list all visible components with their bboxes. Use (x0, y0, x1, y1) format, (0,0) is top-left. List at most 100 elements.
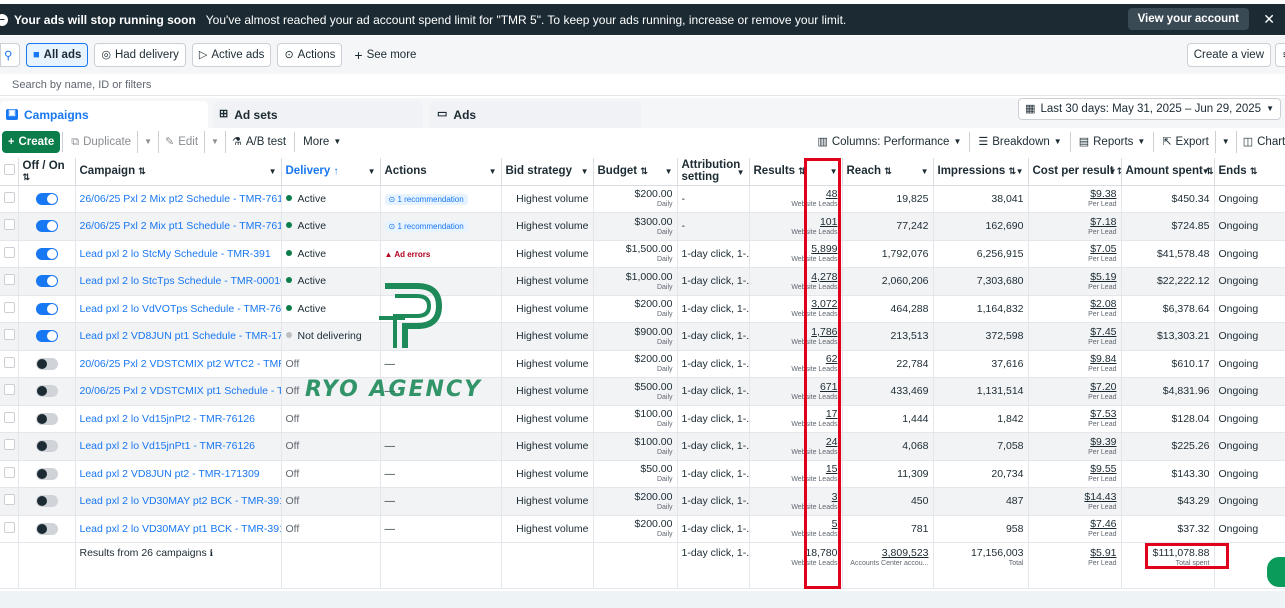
create-button[interactable]: + Create (2, 131, 61, 153)
row-select-cell[interactable] (0, 487, 19, 516)
col-cost-per-result[interactable]: Cost per result ⇅▼ (1028, 158, 1122, 186)
campaign-name[interactable]: 20/06/25 Pxl 2 VDSTCMIX pt2 WTC2 - TMR-7… (75, 350, 282, 378)
toggle-cell[interactable] (18, 267, 76, 296)
ad-errors-badge[interactable]: ▲ Ad errors (385, 250, 431, 259)
campaign-name[interactable]: Lead pxl 2 VD8JUN pt1 Schedule - TMR-171… (75, 322, 282, 351)
campaign-name[interactable]: Lead pxl 2 lo StcTps Schedule - TMR-0001… (75, 267, 282, 296)
col-ends[interactable]: Ends ⇅▼ (1214, 158, 1285, 186)
recommendation-badge[interactable]: ⊙ 1 recommendation (384, 221, 468, 233)
campaign-link[interactable]: Lead pxl 2 lo StcTps Schedule - TMR-0001… (80, 275, 281, 287)
active-ads-filter[interactable]: ▷ Active ads (191, 43, 272, 67)
columns-button[interactable]: ▥ Columns: Performance ▼ (811, 131, 967, 153)
duplicate-button[interactable]: ⧉ Duplicate (65, 131, 137, 153)
duplicate-dropdown[interactable]: ▼ (137, 131, 159, 153)
ab-test-button[interactable]: ⚗ A/B test (226, 131, 292, 153)
col-bid-strategy[interactable]: Bid strategy ▼ (501, 158, 594, 186)
row-checkbox[interactable] (4, 329, 15, 341)
row-select-cell[interactable] (0, 350, 19, 378)
row-checkbox[interactable] (4, 191, 15, 203)
campaign-name[interactable]: Lead pxl 2 lo VD30MAY pt2 BCK - TMR-391 (75, 487, 282, 516)
toggle-cell[interactable] (18, 240, 76, 268)
table-row[interactable]: Lead pxl 2 VD8JUN pt1 Schedule - TMR-171… (0, 322, 1285, 351)
row-select-cell[interactable] (0, 322, 19, 351)
toggle-cell[interactable] (18, 460, 76, 488)
on-off-toggle[interactable] (35, 330, 58, 343)
on-off-toggle[interactable] (35, 412, 58, 425)
toggle-cell[interactable] (18, 405, 76, 433)
edit-dropdown[interactable]: ▼ (204, 131, 226, 153)
table-row[interactable]: Lead pxl 2 lo StcMy Schedule - TMR-391 Ac… (0, 240, 1285, 268)
toggle-cell[interactable] (18, 432, 76, 461)
on-off-toggle[interactable] (35, 302, 58, 315)
on-off-toggle[interactable] (35, 385, 58, 398)
row-checkbox[interactable] (4, 439, 15, 451)
date-range-picker[interactable]: ▦ Last 30 days: May 31, 2025 – Jun 29, 2… (1018, 98, 1281, 120)
campaign-name[interactable]: Lead pxl 2 lo StcMy Schedule - TMR-391 (75, 240, 282, 268)
row-checkbox[interactable] (4, 246, 15, 258)
campaign-name[interactable]: Lead pxl 2 lo VD30MAY pt1 BCK - TMR-391 (75, 515, 282, 543)
table-row[interactable]: Lead pxl 2 lo VD30MAY pt1 BCK - TMR-391 O… (0, 515, 1285, 543)
col-campaign[interactable]: Campaign ⇅ ▼ (75, 158, 282, 186)
campaign-name[interactable]: Lead pxl 2 lo Vd15jnPt1 - TMR-76126 (75, 432, 282, 461)
col-delivery[interactable]: Delivery ↑ ▼ (281, 158, 381, 186)
campaign-link[interactable]: Lead pxl 2 VD8JUN pt1 Schedule - TMR-171… (80, 330, 281, 342)
row-select-cell[interactable] (0, 377, 19, 406)
row-select-cell[interactable] (0, 515, 19, 543)
row-select-cell[interactable] (0, 295, 19, 323)
toggle-cell[interactable] (18, 350, 76, 378)
campaign-link[interactable]: Lead pxl 2 lo StcMy Schedule - TMR-391 (80, 248, 271, 260)
view-account-button[interactable]: View your account (1127, 8, 1249, 30)
table-row[interactable]: Lead pxl 2 lo Vd15jnPt1 - TMR-76126 Off — H… (0, 432, 1285, 461)
campaign-name[interactable]: 20/06/25 Pxl 2 VDSTCMIX pt1 Schedule - T… (75, 377, 282, 406)
toggle-cell[interactable] (18, 295, 76, 323)
tab-ads[interactable]: ▭ Ads (429, 101, 641, 128)
campaign-name[interactable]: Lead pxl 2 VD8JUN pt2 - TMR-171309 (75, 460, 282, 488)
col-impressions[interactable]: Impressions ⇅ ▼ (933, 158, 1029, 186)
campaign-link[interactable]: Lead pxl 2 lo VD30MAY pt1 BCK - TMR-391 (80, 523, 281, 535)
on-off-toggle[interactable] (35, 440, 58, 453)
campaign-link[interactable]: Lead pxl 2 lo Vd15jnPt2 - TMR-76126 (80, 413, 256, 425)
row-select-cell[interactable] (0, 460, 19, 488)
on-off-toggle[interactable] (35, 192, 58, 205)
on-off-toggle[interactable] (35, 357, 58, 370)
row-select-cell[interactable] (0, 185, 19, 213)
table-row[interactable]: Lead pxl 2 lo StcTps Schedule - TMR-0001… (0, 267, 1285, 296)
row-checkbox[interactable] (4, 411, 15, 423)
edit-button[interactable]: ✎ Edit (159, 131, 204, 153)
all-ads-filter[interactable]: ■ All ads (26, 43, 89, 67)
col-budget[interactable]: Budget ⇅ ▼ (593, 158, 678, 186)
toggle-cell[interactable] (18, 212, 76, 241)
export-dropdown[interactable]: ▼ (1214, 131, 1237, 153)
more-button[interactable]: More ▼ (297, 131, 347, 153)
toggle-cell[interactable] (18, 515, 76, 543)
on-off-toggle[interactable] (35, 495, 58, 508)
col-amount-spent[interactable]: Amount spent ⇅ ▼ (1121, 158, 1215, 186)
campaign-link[interactable]: 20/06/25 Pxl 2 VDSTCMIX pt1 Schedule - T… (80, 385, 281, 397)
row-select-cell[interactable] (0, 240, 19, 268)
row-select-cell[interactable] (0, 432, 19, 461)
chat-icon[interactable] (1267, 557, 1285, 587)
breakdown-button[interactable]: ☰ Breakdown ▼ (972, 131, 1067, 153)
select-all-cell[interactable] (0, 158, 19, 186)
on-off-toggle[interactable] (35, 247, 58, 260)
table-row[interactable]: 26/06/25 Pxl 2 Mix pt2 Schedule - TMR-76… (0, 185, 1285, 213)
row-select-cell[interactable] (0, 212, 19, 241)
row-select-cell[interactable] (0, 267, 19, 296)
campaign-link[interactable]: 26/06/25 Pxl 2 Mix pt2 Schedule - TMR-76… (80, 193, 281, 205)
row-checkbox[interactable] (4, 356, 15, 368)
on-off-toggle[interactable] (35, 220, 58, 233)
row-checkbox[interactable] (4, 521, 15, 533)
charts-button[interactable]: ◫Charts (1237, 131, 1285, 153)
tab-ad-sets[interactable]: ⊞ Ad sets (213, 101, 423, 128)
row-checkbox[interactable] (4, 219, 15, 231)
search-icon[interactable]: ⚲ (0, 43, 20, 67)
table-row[interactable]: 26/06/25 Pxl 2 Mix pt1 Schedule - TMR-76… (0, 212, 1285, 241)
settings-icon[interactable]: ⚟ (1275, 43, 1285, 67)
table-row[interactable]: Lead pxl 2 lo VdVOTps Schedule - TMR-761… (0, 295, 1285, 323)
table-row[interactable]: Lead pxl 2 VD8JUN pt2 - TMR-171309 Off — Hi… (0, 460, 1285, 488)
row-checkbox[interactable] (4, 384, 15, 396)
campaign-name[interactable]: Lead pxl 2 lo Vd15jnPt2 - TMR-76126 (75, 405, 282, 433)
had-delivery-filter[interactable]: ◎ Had delivery (94, 43, 186, 67)
col-offon[interactable]: Off / On ⇅ (18, 158, 76, 186)
campaign-name[interactable]: 26/06/25 Pxl 2 Mix pt1 Schedule - TMR-76… (75, 212, 282, 241)
